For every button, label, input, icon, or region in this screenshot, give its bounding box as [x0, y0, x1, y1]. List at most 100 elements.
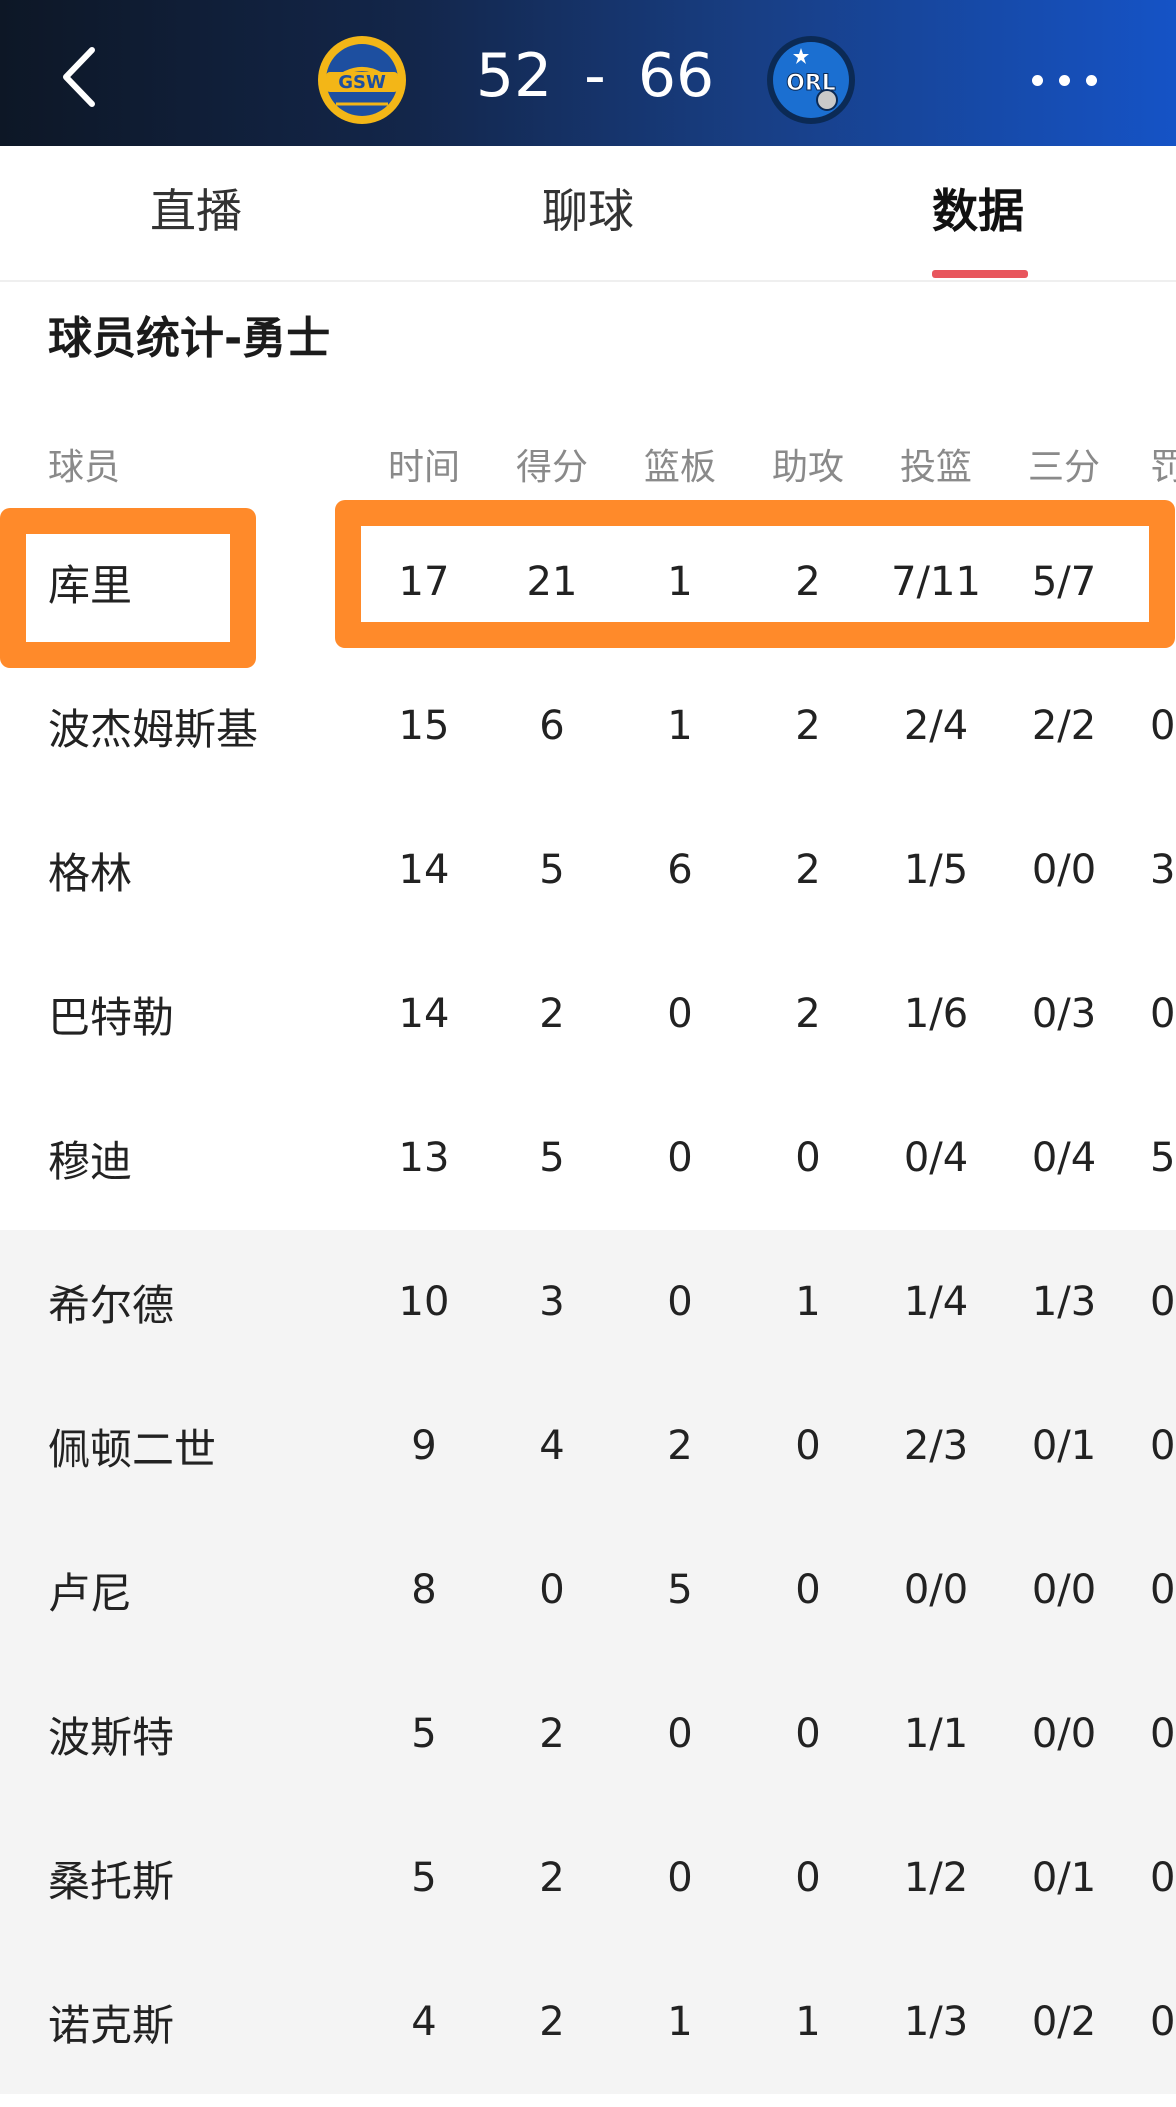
player-name[interactable]: 希尔德 [48, 1230, 348, 1374]
table-row[interactable]: 佩顿二世 9 4 2 0 2/3 0/1 0 [0, 1374, 1176, 1518]
stat-rebounds: 0 [667, 1711, 693, 1757]
player-name[interactable]: 格林 [48, 798, 348, 942]
stat-assists: 0 [795, 1135, 821, 1181]
table-row[interactable]: 诺克斯 4 2 1 1 1/3 0/2 0 [0, 1950, 1176, 2094]
stat-points: 5 [539, 1135, 565, 1181]
stat-field-goals: 1/3 [903, 1999, 969, 2045]
player-name[interactable]: 波斯特 [48, 1662, 348, 1806]
stat-assists: 2 [795, 847, 821, 893]
stat-points: 2 [539, 1999, 565, 2045]
player-name[interactable]: 桑托斯 [48, 1806, 348, 1950]
player-name[interactable]: 卢尼 [48, 1518, 348, 1662]
stat-rebounds: 0 [667, 1135, 693, 1181]
away-score: 66 [637, 41, 715, 111]
table-row[interactable]: 波杰姆斯基 15 6 1 2 2/4 2/2 0 [0, 654, 1176, 798]
stat-three-pointers: 0/0 [1031, 1711, 1097, 1757]
tab-live[interactable]: 直播 [66, 146, 326, 280]
table-row[interactable]: 穆迪 13 5 0 0 0/4 0/4 5 [0, 1086, 1176, 1230]
column-header-field-goals[interactable]: 投篮 [877, 410, 995, 510]
stat-field-goals: 1/5 [903, 847, 969, 893]
stat-three-pointers: 0/4 [1031, 1135, 1097, 1181]
table-row[interactable]: 巴特勒 14 2 0 2 1/6 0/3 0 [0, 942, 1176, 1086]
stat-minutes: 5 [411, 1855, 437, 1901]
stat-free-throws: 0 [1150, 1279, 1176, 1325]
stat-three-pointers: 0/3 [1031, 991, 1097, 1037]
stat-minutes: 9 [411, 1423, 437, 1469]
player-name[interactable]: 佩顿二世 [48, 1374, 348, 1518]
gsw-logo-icon[interactable]: GSW [316, 34, 408, 126]
stat-field-goals: 1/2 [903, 1855, 969, 1901]
stat-field-goals: 1/6 [903, 991, 969, 1037]
more-dot-icon [1086, 75, 1097, 86]
table-row[interactable]: 卢尼 8 0 5 0 0/0 0/0 0 [0, 1518, 1176, 1662]
stat-assists: 0 [795, 1567, 821, 1613]
chevron-left-icon [63, 47, 95, 107]
stat-rebounds: 5 [667, 1567, 693, 1613]
more-dot-icon [1059, 75, 1070, 86]
stat-three-pointers: 1/3 [1031, 1279, 1097, 1325]
stat-rebounds: 0 [667, 1279, 693, 1325]
player-name[interactable]: 巴特勒 [48, 942, 348, 1086]
stat-free-throws: 0 [1150, 1999, 1176, 2045]
stat-points: 0 [539, 1567, 565, 1613]
stat-minutes: 4 [411, 1999, 437, 2045]
stat-free-throws: 0 [1150, 1567, 1176, 1613]
stat-free-throws: 0 [1150, 1423, 1176, 1469]
stat-minutes: 14 [398, 991, 450, 1037]
stat-rebounds: 1 [667, 1999, 693, 2045]
player-name[interactable]: 波杰姆斯基 [48, 654, 348, 798]
stat-rebounds: 6 [667, 847, 693, 893]
stat-points: 3 [539, 1279, 565, 1325]
game-score: 52-66 [430, 36, 760, 116]
stat-free-throws: 3 [1150, 847, 1176, 893]
stat-free-throws: 0 [1150, 991, 1176, 1037]
tab-stats[interactable]: 数据 [848, 146, 1108, 280]
table-row[interactable]: 希尔德 10 3 0 1 1/4 1/3 0 [0, 1230, 1176, 1374]
stat-three-pointers: 0/1 [1031, 1423, 1097, 1469]
stat-three-pointers: 0/1 [1031, 1855, 1097, 1901]
gsw-logo-text: GSW [338, 72, 386, 93]
stat-field-goals: 1/1 [903, 1711, 969, 1757]
stat-assists: 2 [795, 991, 821, 1037]
stat-minutes: 13 [398, 1135, 450, 1181]
stat-points: 5 [539, 847, 565, 893]
table-row[interactable]: 桑托斯 5 2 0 0 1/2 0/1 0 [0, 1806, 1176, 1950]
home-score: 52 [475, 41, 553, 111]
table-row[interactable]: 格林 14 5 6 2 1/5 0/0 3 [0, 798, 1176, 942]
stat-three-pointers: 0/2 [1031, 1999, 1097, 2045]
stat-field-goals: 0/0 [903, 1567, 969, 1613]
column-header-three-pointers[interactable]: 三分 [1005, 410, 1123, 510]
stat-assists: 1 [795, 1279, 821, 1325]
column-header-rebounds[interactable]: 篮板 [621, 410, 739, 510]
score-separator: - [584, 41, 606, 111]
stat-three-pointers: 0/0 [1031, 1567, 1097, 1613]
stat-field-goals: 0/4 [903, 1135, 969, 1181]
column-header-assists[interactable]: 助攻 [749, 410, 867, 510]
column-header-free-throws[interactable]: 罚 [1150, 410, 1176, 510]
stat-assists: 1 [795, 1999, 821, 2045]
stat-rebounds: 0 [667, 991, 693, 1037]
column-header-minutes[interactable]: 时间 [365, 410, 483, 510]
column-header-points[interactable]: 得分 [493, 410, 611, 510]
section-title: 球员统计-勇士 [48, 313, 331, 364]
tab-chat[interactable]: 聊球 [458, 146, 718, 280]
stat-free-throws: 0 [1150, 1855, 1176, 1901]
more-options-button[interactable] [1030, 68, 1100, 92]
tab-bar: 直播 聊球 数据 [0, 146, 1176, 282]
back-button[interactable] [52, 42, 112, 112]
highlight-box-player-name [0, 508, 256, 668]
stat-points: 2 [539, 1711, 565, 1757]
table-row[interactable]: 波斯特 5 2 0 0 1/1 0/0 0 [0, 1662, 1176, 1806]
table-header: 球员 时间 得分 篮板 助攻 投篮 三分 罚 [0, 410, 1176, 510]
stat-assists: 2 [795, 703, 821, 749]
stat-assists: 0 [795, 1711, 821, 1757]
stat-three-pointers: 2/2 [1031, 703, 1097, 749]
stat-rebounds: 0 [667, 1855, 693, 1901]
player-name[interactable]: 穆迪 [48, 1086, 348, 1230]
stat-points: 2 [539, 1855, 565, 1901]
stat-minutes: 14 [398, 847, 450, 893]
orl-logo-icon[interactable]: ORL [765, 34, 857, 126]
stat-points: 6 [539, 703, 565, 749]
player-name[interactable]: 诺克斯 [48, 1950, 348, 2094]
stat-field-goals: 2/4 [903, 703, 969, 749]
